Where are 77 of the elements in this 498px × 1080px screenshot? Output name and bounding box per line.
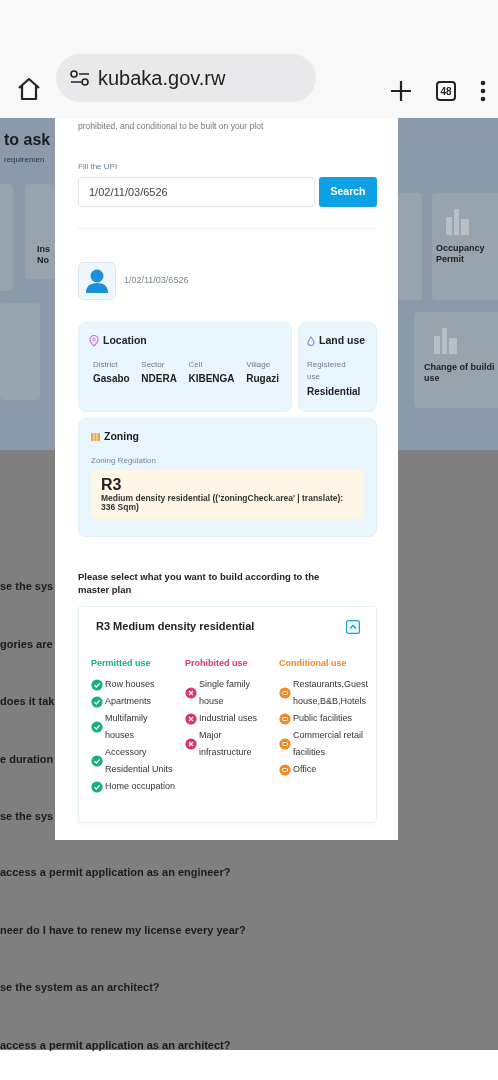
field-label: Cell (188, 358, 204, 371)
dash-circle-icon (279, 738, 291, 751)
dash-circle-icon (279, 687, 291, 700)
dash-circle-icon (279, 712, 291, 725)
zone-code: R3 (101, 475, 123, 494)
home-icon[interactable] (16, 76, 42, 102)
tab-count[interactable]: 48 (436, 81, 456, 101)
cross-circle-icon (185, 687, 197, 700)
field-value: Rugazi (246, 371, 279, 386)
use-item: Public facilities (293, 712, 354, 726)
check-circle-icon (91, 780, 103, 793)
upi-input[interactable]: 1/02/11/03/6526 (78, 176, 315, 207)
faq-question[interactable]: access a permit application as an architect? (0, 1036, 231, 1053)
use-item: Major infrastructure (199, 729, 253, 760)
background-card: Occupancy Permit (432, 193, 498, 300)
check-circle-icon (91, 695, 103, 708)
faq-question[interactable]: e duration (0, 750, 55, 767)
faq-question[interactable]: access a permit application as an engineer? (0, 864, 231, 881)
faq-question[interactable]: se the sys (0, 578, 55, 595)
use-item: Home occupation (105, 780, 177, 794)
use-item: Commercial retail facilities (293, 729, 364, 760)
field-value: KIBENGA (188, 371, 235, 386)
field-value: Gasabo (93, 371, 130, 386)
use-category-title: Permitted use (91, 656, 152, 670)
use-category-title: Prohibited use (185, 656, 249, 670)
grid-icon (91, 432, 100, 442)
dash-circle-icon (279, 763, 291, 776)
zone-description: Medium density residential (('zoningCheck.area' | translate): 336 Sqm) (101, 493, 345, 514)
use-item: Row houses (105, 678, 156, 692)
building-icon (444, 207, 472, 235)
building-icon (432, 326, 460, 354)
menu-icon[interactable] (480, 80, 486, 102)
site-settings-icon[interactable] (70, 70, 90, 86)
search-button[interactable]: Search (319, 176, 377, 207)
intro-text: prohibited, and conditional to be built on your plot (78, 120, 265, 133)
pin-icon (89, 334, 99, 347)
field-label: Village (246, 358, 272, 371)
prompt-text: Please select what you want to build according to the master plan (78, 570, 321, 597)
user-avatar-icon (78, 261, 116, 300)
plan-title: R3 Medium density residential (95, 619, 255, 635)
use-item: Office (293, 763, 318, 777)
field-label: Sector (141, 358, 166, 371)
land-use-title: Land use (319, 332, 366, 348)
faq-question[interactable]: neer do I have to renew my license every year? (0, 921, 246, 938)
field-value: Residential (307, 385, 362, 400)
new-tab-icon[interactable] (390, 80, 412, 102)
page-subheading: requiremen (4, 154, 46, 166)
cross-circle-icon (185, 712, 197, 725)
cross-circle-icon (185, 738, 197, 751)
collapse-toggle-icon[interactable] (346, 619, 360, 634)
check-circle-icon (91, 721, 103, 734)
faq-question[interactable]: gories are (0, 635, 55, 652)
faq-question[interactable]: se the sys (0, 808, 55, 825)
field-label: District (93, 358, 119, 371)
use-item: Accessory Residential Units (105, 746, 174, 777)
field-label: Fill the UPI (78, 160, 119, 173)
field-label: Registered use (307, 358, 347, 384)
field-label: Zoning Regulation (91, 454, 157, 467)
use-item: Restaurants,Guest house,B&B,Hotels (293, 678, 367, 709)
location-title: Location (103, 332, 147, 348)
plot-upi: 1/02/11/03/6526 (124, 274, 189, 287)
faq-question[interactable]: se the system as an architect? (0, 979, 160, 996)
page-heading: to ask (4, 130, 52, 150)
background-card: Change of buildi use (414, 312, 498, 408)
faq-question[interactable]: does it tak (0, 693, 55, 710)
address-bar[interactable]: kubaka.gov.rw (56, 54, 316, 102)
use-category-title: Conditional use (279, 656, 348, 670)
check-circle-icon (91, 755, 103, 768)
use-item: Apartments (105, 695, 153, 709)
check-circle-icon (91, 678, 103, 691)
field-value: NDERA (141, 371, 177, 386)
use-item: Industrial uses (199, 712, 259, 726)
drop-icon (307, 335, 315, 346)
zoning-title: Zoning (104, 428, 139, 444)
use-item: Multifamily houses (105, 712, 149, 743)
use-item: Single family house (199, 678, 252, 709)
background-card: Ins No (24, 184, 55, 279)
